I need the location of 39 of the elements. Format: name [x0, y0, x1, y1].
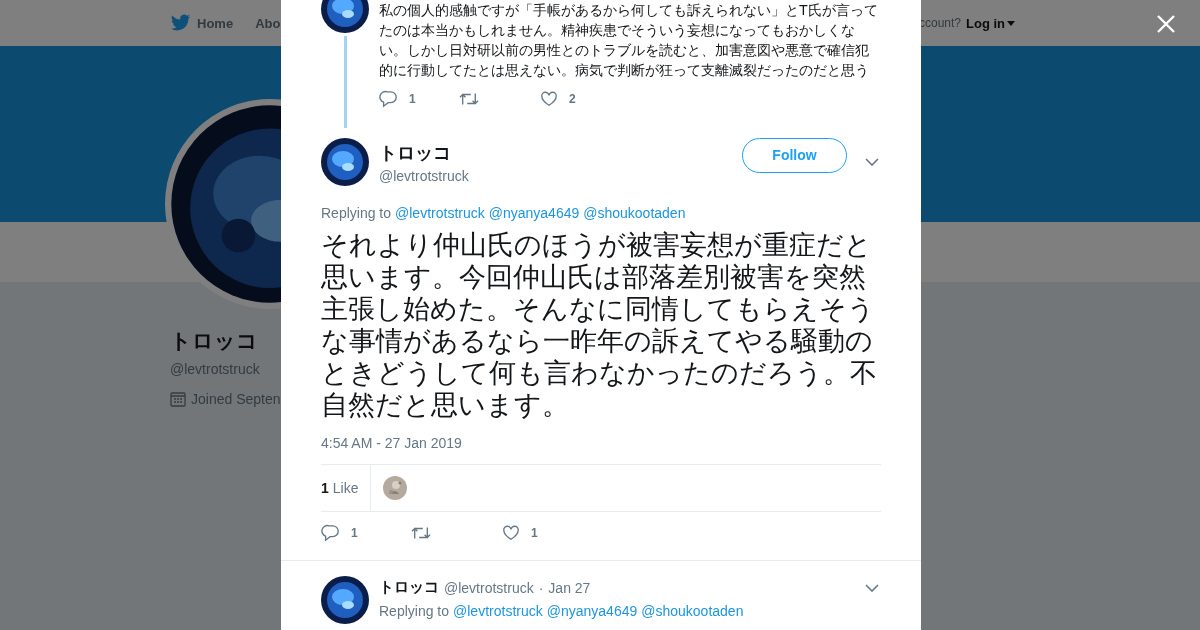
- reply-button[interactable]: 1: [321, 524, 411, 542]
- profile-name: トロッコ: [170, 328, 259, 354]
- follow-button[interactable]: Follow: [742, 137, 847, 173]
- joined-date: Joined Septen: [191, 391, 281, 407]
- speech-bubble-icon: [379, 90, 399, 108]
- like-button[interactable]: 2: [539, 90, 619, 108]
- nav-link[interactable]: Abo: [255, 15, 281, 31]
- caret-icon: [1007, 20, 1015, 26]
- chevron-icon[interactable]: [865, 583, 879, 592]
- mention-link[interactable]: @nyanya4649: [488, 205, 580, 221]
- tweet-text: それより仲山氏のほうが被害妄想が重症だと思います。今回仲山氏は部落差別被害を突然主張し始めた。そんなに同情してもらえそうな事情があるなら一昨年の訴えてやる騒動のときどうして何も言わなかったのだろう。不自然だと思います。: [321, 229, 878, 421]
- close-button[interactable]: [1156, 14, 1176, 34]
- separator-dot: ·: [538, 579, 544, 596]
- user-handle: @levtrotstruck: [379, 167, 470, 184]
- mention-link[interactable]: @shoukootaden: [583, 205, 686, 221]
- user-name: トロッコ: [379, 141, 452, 165]
- timestamp: 4:54 AM - 27 Jan 2019: [321, 435, 463, 451]
- mention-link[interactable]: @levtrotstruck: [453, 603, 543, 619]
- tweet-text: 私の個人的感触ですが「手帳があるから何しても訴えられない」とT氏が言ってたのは本当かもしれません。精神疾患でそういう妄想になってもおかしくない。しかし日対研以前の男性とのトラブルを読むと、加害意図や悪意で確信犯的に行動してたとは思えない。病気で判断が狂って支離滅裂だったのだと思う: [379, 1, 879, 80]
- reply-button[interactable]: 1: [379, 90, 459, 108]
- mention-link[interactable]: @shoukootaden: [641, 603, 744, 619]
- replying-label: Replying to: [379, 603, 450, 619]
- likes-count[interactable]: 1 Like: [321, 465, 372, 511]
- nav-link[interactable]: Home: [197, 15, 234, 31]
- speech-bubble-icon: [321, 524, 341, 542]
- mention-link[interactable]: @levtrotstruck: [395, 205, 485, 221]
- calendar-icon: [170, 391, 186, 407]
- mention-link[interactable]: @nyanya4649: [546, 603, 638, 619]
- profile-handle: @levtrotstruck: [170, 361, 261, 377]
- user-name: トロッコ: [379, 578, 439, 597]
- tweet-date[interactable]: Jan 27: [548, 579, 591, 596]
- login-link[interactable]: Log in: [966, 15, 1015, 31]
- replying-label: Replying to: [321, 205, 392, 221]
- user-handle: @levtrotstruck: [444, 579, 534, 596]
- bird-icon[interactable]: [170, 14, 191, 32]
- like-button[interactable]: 1: [501, 524, 591, 542]
- chevron-icon[interactable]: [865, 158, 879, 166]
- heart-icon: [539, 90, 559, 108]
- heart-icon: [501, 524, 521, 542]
